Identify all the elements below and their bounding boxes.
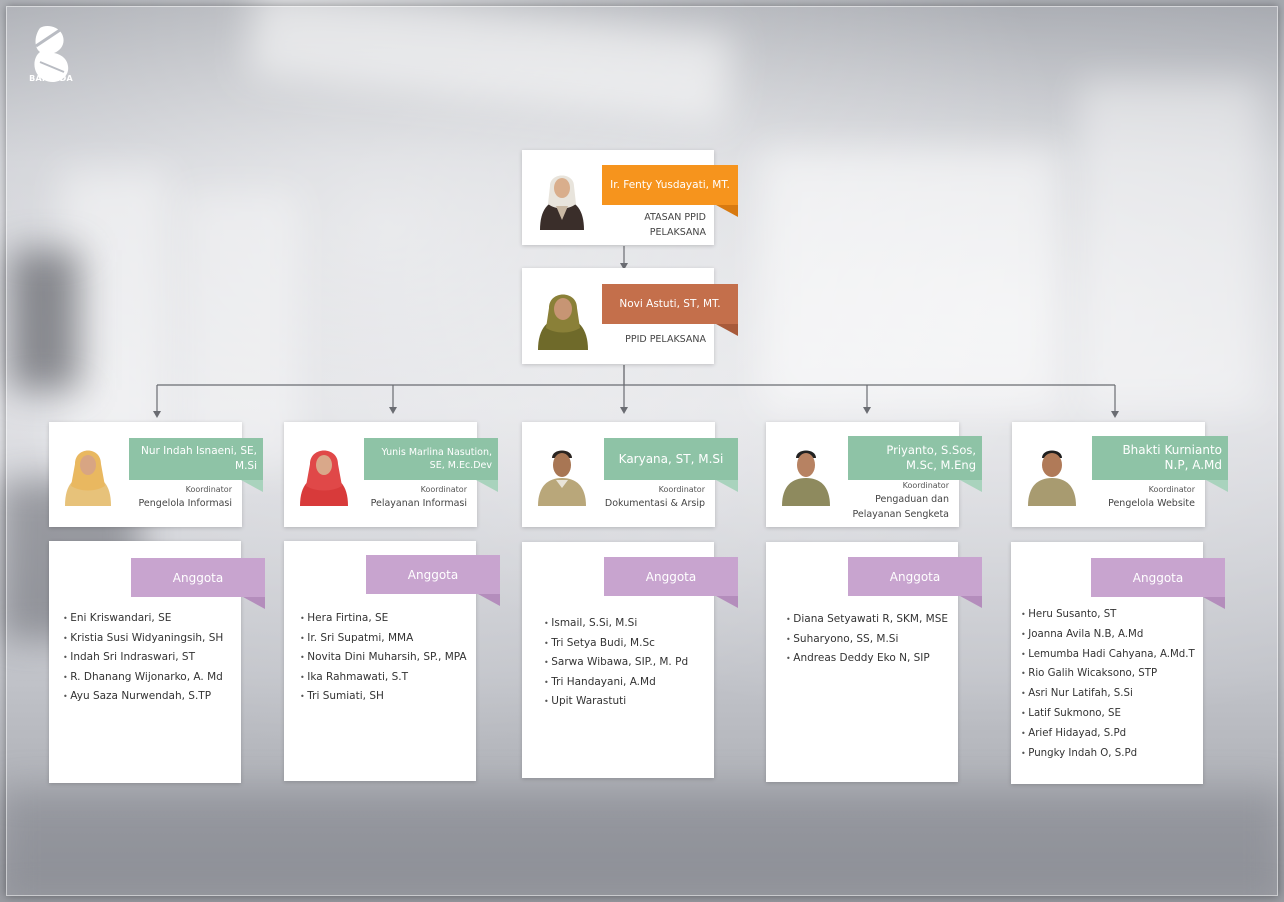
member-item: Novita Dini Muharsih, SP., MPA — [300, 648, 480, 668]
top-card: Ir. Fenty Yusdayati, MT. ATASAN PPID PEL… — [522, 150, 738, 245]
coordinator-3-title: Koordinator — [658, 485, 705, 494]
coordinator-2-name-tag: Yunis Marlina Nasution, SE, M.Ec.Dev — [364, 438, 498, 480]
top-role-line1: ATASAN PPID — [644, 212, 706, 223]
member-item: Latif Sukmono, SE — [1021, 704, 1203, 724]
coordinator-3-name-tag: Karyana, ST, M.Si — [604, 438, 738, 480]
top-role: ATASAN PPID PELAKSANA — [586, 210, 706, 240]
members-4-label: Anggota — [848, 557, 982, 596]
coordinator-4-unit-line1: Pengaduan dan — [875, 494, 949, 505]
coordinator-1-unit: Pengelola Informasi — [138, 498, 232, 509]
coordinator-4-fold — [960, 480, 982, 492]
coordinator-3-role: Koordinator Dokumentasi & Arsip — [565, 484, 705, 511]
members-list-3: Ismail, S.Si, M.Si Tri Setya Budi, M.Sc … — [544, 614, 719, 712]
member-item: Arief Hidayad, S.Pd — [1021, 724, 1203, 744]
members-card-1: Anggota Eni Kriswandari, SE Kristia Susi… — [49, 541, 265, 783]
member-item: Tri Sumiati, SH — [300, 687, 480, 707]
coordinator-3-unit: Dokumentasi & Arsip — [604, 498, 705, 509]
coordinator-2-role: Koordinator Pelayanan Informasi — [327, 484, 467, 511]
member-item: Ayu Saza Nurwendah, S.TP — [63, 687, 243, 707]
members-5-fold — [1203, 597, 1225, 609]
member-item: Ika Rahmawati, S.T — [300, 668, 480, 688]
second-card: Novi Astuti, ST, MT. PPID PELAKSANA — [522, 268, 738, 364]
second-name-tag: Novi Astuti, ST, MT. — [602, 284, 738, 324]
coordinator-2-fold — [476, 480, 498, 492]
member-item: Suharyono, SS, M.Si — [786, 630, 966, 650]
coordinator-5-title: Koordinator — [1148, 485, 1195, 494]
member-item: Asri Nur Latifah, S.Si — [1021, 684, 1203, 704]
member-item: Lemumba Hadi Cahyana, A.Md.T — [1021, 645, 1203, 665]
members-4-fold — [960, 596, 982, 608]
member-item: Tri Setya Budi, M.Sc — [544, 634, 719, 654]
member-item: Tri Handayani, A.Md — [544, 673, 719, 693]
members-list-2: Hera Firtina, SE Ir. Sri Supatmi, MMA No… — [300, 609, 480, 707]
member-item: Indah Sri Indraswari, ST — [63, 648, 243, 668]
coordinator-4-title: Koordinator — [902, 481, 949, 490]
second-name-fold — [716, 324, 738, 336]
coordinator-4-name-tag: Priyanto, S.Sos, M.Sc, M.Eng — [848, 436, 982, 480]
coordinator-3-name: Karyana, ST, M.Si — [618, 451, 724, 466]
member-item: Ir. Sri Supatmi, MMA — [300, 629, 480, 649]
member-item: Sarwa Wibawa, SIP., M. Pd — [544, 653, 719, 673]
member-item: Eni Kriswandari, SE — [63, 609, 243, 629]
members-3-label: Anggota — [604, 557, 738, 596]
member-item: Hera Firtina, SE — [300, 609, 480, 629]
coordinator-card-4: Priyanto, S.Sos, M.Sc, M.Eng Koordinator… — [766, 422, 982, 527]
top-name-fold — [716, 205, 738, 217]
member-item: Heru Susanto, ST — [1021, 605, 1203, 625]
person-photo — [540, 175, 584, 230]
second-role: PPID PELAKSANA — [625, 334, 706, 345]
members-list-1: Eni Kriswandari, SE Kristia Susi Widyani… — [63, 609, 243, 707]
members-5-label: Anggota — [1091, 558, 1225, 597]
coordinator-1-fold — [241, 480, 263, 492]
coordinator-1-role: Koordinator Pengelola Informasi — [92, 484, 232, 511]
coordinator-5-role: Koordinator Pengelola Website — [1055, 484, 1195, 511]
coordinator-5-fold — [1206, 480, 1228, 492]
second-name: Novi Astuti, ST, MT. — [619, 297, 721, 310]
member-item: Upit Warastuti — [544, 692, 719, 712]
members-list-5: Heru Susanto, ST Joanna Avila N.B, A.Md … — [1021, 605, 1203, 763]
member-item: Joanna Avila N.B, A.Md — [1021, 625, 1203, 645]
coordinator-5-name: Bhakti Kurnianto N.P, A.Md — [1122, 443, 1222, 472]
members-card-3: Anggota Ismail, S.Si, M.Si Tri Setya Bud… — [522, 542, 738, 778]
top-role-line2: PELAKSANA — [649, 227, 706, 238]
coordinator-2-name: Yunis Marlina Nasution, SE, M.Ec.Dev — [381, 447, 492, 471]
members-2-fold — [478, 594, 500, 606]
coordinator-4-role: Koordinator Pengaduan dan Pelayanan Seng… — [799, 480, 949, 522]
coordinator-2-unit: Pelayanan Informasi — [370, 498, 467, 509]
member-item: Rio Galih Wicaksono, STP — [1021, 664, 1203, 684]
coordinator-card-1: Nur Indah Isnaeni, SE, M.Si Koordinator … — [49, 422, 263, 527]
coordinator-1-name: Nur Indah Isnaeni, SE, M.Si — [140, 445, 257, 472]
members-1-fold — [243, 597, 265, 609]
members-2-label: Anggota — [366, 555, 500, 594]
coordinator-4-unit-line2: Pelayanan Sengketa — [852, 509, 949, 520]
coordinator-card-2: Yunis Marlina Nasution, SE, M.Ec.Dev Koo… — [284, 422, 498, 527]
members-3-fold — [716, 596, 738, 608]
member-item: Diana Setyawati R, SKM, MSE — [786, 610, 966, 630]
coordinator-1-name-tag: Nur Indah Isnaeni, SE, M.Si — [129, 438, 263, 480]
members-card-2: Anggota Hera Firtina, SE Ir. Sri Supatmi… — [284, 541, 500, 781]
top-name: Ir. Fenty Yusdayati, MT. — [610, 178, 730, 191]
member-item: R. Dhanang Wijonarko, A. Md — [63, 668, 243, 688]
member-item: Andreas Deddy Eko N, SIP — [786, 649, 966, 669]
coordinator-5-name-tag: Bhakti Kurnianto N.P, A.Md — [1092, 436, 1228, 480]
members-1-label: Anggota — [131, 558, 265, 597]
coordinator-2-title: Koordinator — [420, 485, 467, 494]
members-card-4: Anggota Diana Setyawati R, SKM, MSE Suha… — [766, 542, 982, 782]
coordinator-3-fold — [716, 480, 738, 492]
member-item: Kristia Susi Widyaningsih, SH — [63, 629, 243, 649]
members-card-5: Anggota Heru Susanto, ST Joanna Avila N.… — [1011, 542, 1225, 784]
member-item: Ismail, S.Si, M.Si — [544, 614, 719, 634]
person-photo — [538, 294, 588, 350]
coordinator-1-title: Koordinator — [185, 485, 232, 494]
coordinator-card-5: Bhakti Kurnianto N.P, A.Md Koordinator P… — [1012, 422, 1228, 527]
coordinator-card-3: Karyana, ST, M.Si Koordinator Dokumentas… — [522, 422, 738, 527]
coordinator-4-name: Priyanto, S.Sos, M.Sc, M.Eng — [886, 443, 976, 472]
member-item: Pungky Indah O, S.Pd — [1021, 744, 1203, 764]
coordinator-5-unit: Pengelola Website — [1108, 498, 1195, 509]
members-list-4: Diana Setyawati R, SKM, MSE Suharyono, S… — [786, 610, 966, 669]
top-name-tag: Ir. Fenty Yusdayati, MT. — [602, 165, 738, 205]
